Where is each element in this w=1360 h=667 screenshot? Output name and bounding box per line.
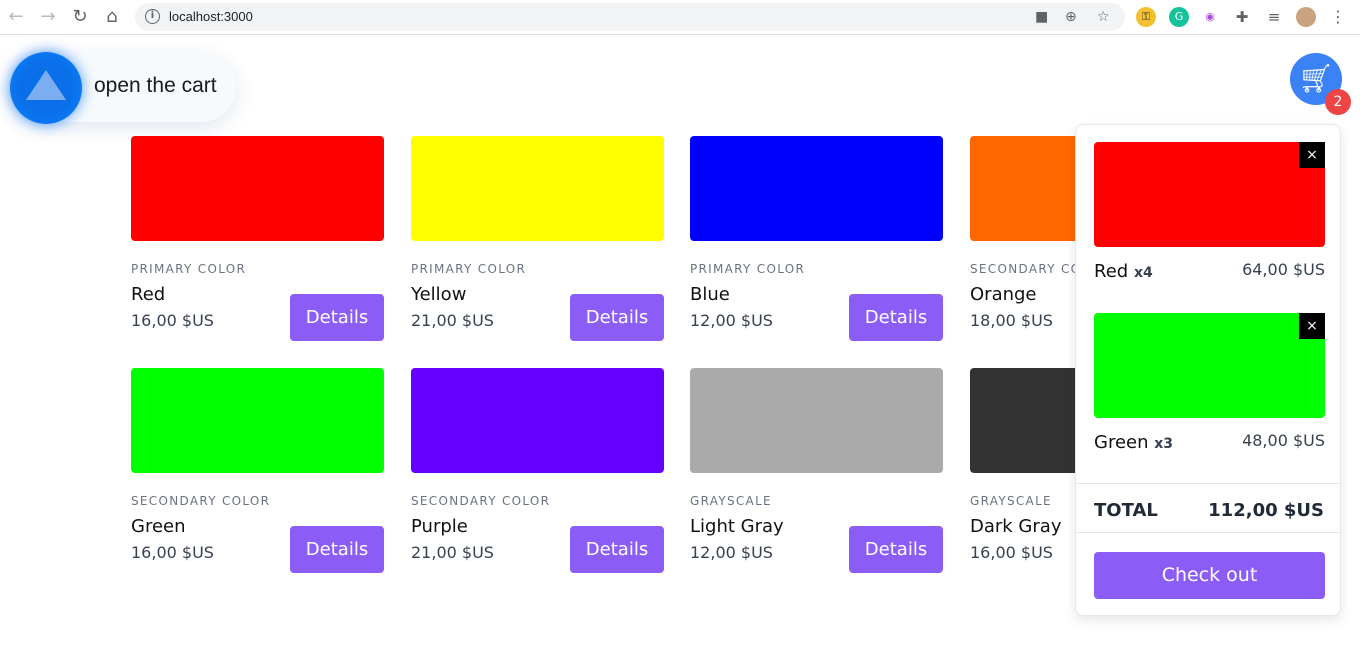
- color-swatch: ×: [1094, 142, 1325, 247]
- product-category: PRIMARY COLOR: [411, 262, 527, 276]
- color-swatch: [131, 136, 384, 241]
- forward-icon[interactable]: →: [37, 6, 59, 27]
- details-button[interactable]: Details: [849, 294, 943, 341]
- product-category: PRIMARY COLOR: [131, 262, 247, 276]
- home-icon[interactable]: ⌂: [101, 6, 123, 27]
- remove-item-button[interactable]: ×: [1299, 313, 1325, 339]
- cart-panel: × Red x4 64,00 $US × Green x3 48,00 $US T…: [1075, 124, 1341, 616]
- details-button[interactable]: Details: [290, 526, 384, 573]
- cart-item: × Green x3 48,00 $US: [1094, 313, 1325, 463]
- details-button[interactable]: Details: [570, 526, 664, 573]
- address-bar[interactable]: i localhost:3000 ■ ⊕ ☆: [135, 3, 1125, 31]
- reload-icon[interactable]: ↻: [69, 6, 91, 27]
- checkout-button[interactable]: Check out: [1094, 552, 1325, 599]
- color-swatch: [411, 368, 664, 473]
- voice-assistant[interactable]: open the cart: [10, 52, 236, 124]
- color-swatch: [131, 368, 384, 473]
- grammarly-icon[interactable]: G: [1169, 7, 1189, 27]
- cart-item-name: Red: [1094, 261, 1129, 282]
- cart-count-badge: 2: [1325, 89, 1351, 115]
- cart-icon: 🛒︎: [1298, 62, 1334, 95]
- cart-item-qty: x4: [1133, 265, 1153, 281]
- browser-toolbar: ← → ↻ ⌂ i localhost:3000 ■ ⊕ ☆ ⚿ G ◉ ✚ ≡…: [0, 0, 1360, 35]
- color-swatch: [690, 368, 943, 473]
- remove-item-button[interactable]: ×: [1299, 142, 1325, 168]
- assistant-transcript: open the cart: [94, 74, 217, 97]
- details-button[interactable]: Details: [570, 294, 664, 341]
- color-swatch: [690, 136, 943, 241]
- details-button[interactable]: Details: [290, 294, 384, 341]
- product-card: PRIMARY COLOR Yellow 21,00 $US Details: [411, 136, 664, 341]
- cart-item: × Red x4 64,00 $US: [1094, 142, 1325, 292]
- product-category: SECONDARY COLOR: [411, 494, 551, 508]
- url-text[interactable]: localhost:3000: [169, 9, 253, 24]
- cart-item-name: Green: [1094, 432, 1149, 453]
- camera-icon[interactable]: ■: [1035, 9, 1048, 25]
- media-icon[interactable]: ≡: [1264, 7, 1284, 27]
- divider: [1076, 532, 1340, 533]
- color-swatch: ×: [1094, 313, 1325, 418]
- divider: [1076, 483, 1340, 484]
- product-category: SECONDARY COLOR: [131, 494, 271, 508]
- cart-item-total: 48,00 $US: [1242, 431, 1325, 450]
- menu-icon[interactable]: ⋮: [1328, 7, 1348, 27]
- product-category: PRIMARY COLOR: [690, 262, 806, 276]
- color-swatch: [411, 136, 664, 241]
- extensions-icon[interactable]: ✚: [1232, 7, 1252, 27]
- info-icon[interactable]: i: [145, 9, 160, 24]
- product-category: GRAYSCALE: [690, 494, 772, 508]
- star-icon[interactable]: ☆: [1097, 9, 1110, 25]
- total-label: TOTAL: [1094, 500, 1158, 521]
- total-value: 112,00 $US: [1208, 500, 1324, 521]
- details-button[interactable]: Details: [849, 526, 943, 573]
- key-extension-icon[interactable]: ⚿: [1136, 7, 1156, 27]
- product-card: PRIMARY COLOR Blue 12,00 $US Details: [690, 136, 943, 341]
- profile-avatar[interactable]: [1296, 7, 1316, 27]
- product-card: PRIMARY COLOR Red 16,00 $US Details: [131, 136, 384, 341]
- cart-item-qty: x3: [1154, 436, 1174, 452]
- product-card: SECONDARY COLOR Purple 21,00 $US Details: [411, 368, 664, 573]
- product-card: SECONDARY COLOR Green 16,00 $US Details: [131, 368, 384, 573]
- product-card: GRAYSCALE Light Gray 12,00 $US Details: [690, 368, 943, 573]
- cart-item-total: 64,00 $US: [1242, 260, 1325, 279]
- zoom-icon[interactable]: ⊕: [1065, 9, 1077, 25]
- broadcast-icon[interactable]: ◉: [1200, 7, 1220, 27]
- back-icon[interactable]: ←: [5, 6, 27, 27]
- assistant-logo-icon[interactable]: [10, 52, 82, 124]
